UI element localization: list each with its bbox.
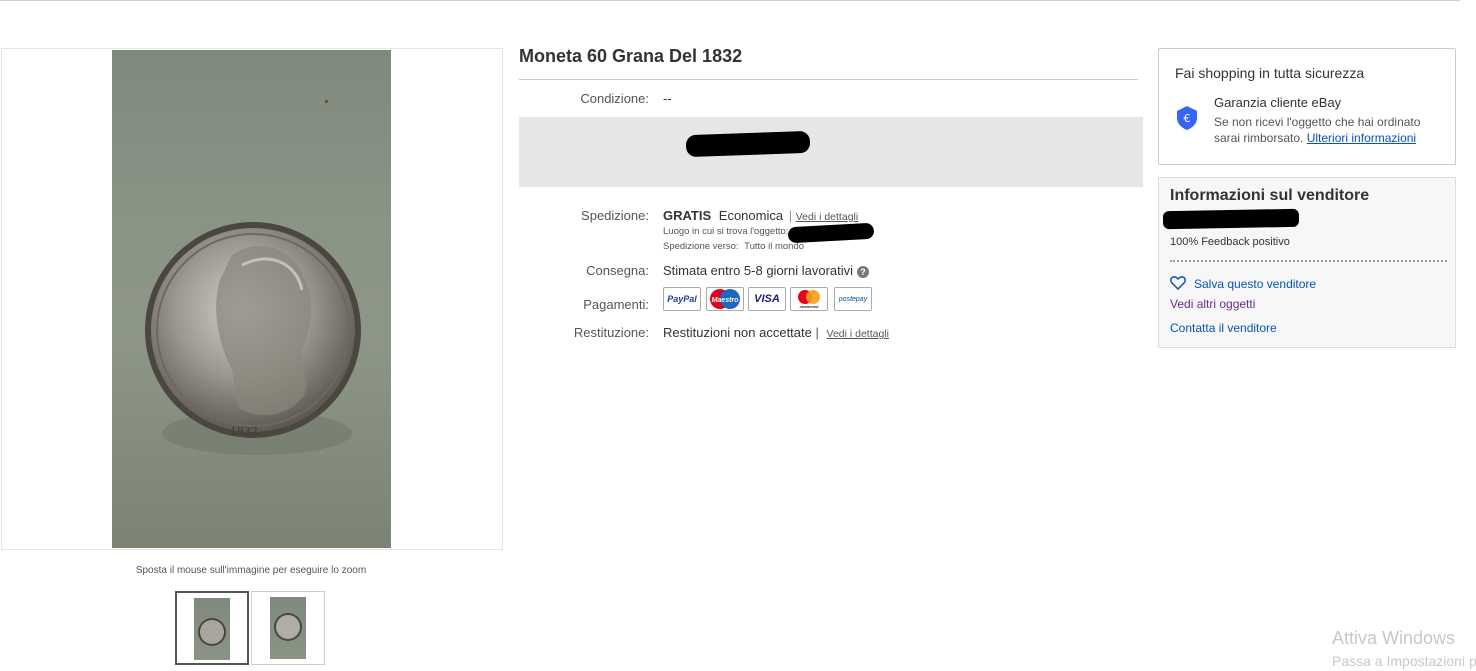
see-other-items-link[interactable]: Vedi altri oggetti	[1170, 297, 1255, 311]
delivery-text: Stimata entro 5-8 giorni lavorativi	[663, 263, 854, 278]
thumbnail-2[interactable]	[251, 591, 325, 665]
shipping-separator: |	[788, 208, 793, 223]
windows-activation-subtitle: Passa a Impostazioni p	[1332, 653, 1476, 669]
condition-label: Condizione:	[580, 91, 649, 106]
shipping-free: GRATIS	[663, 208, 712, 223]
visa-logo: VISA	[748, 287, 786, 311]
seller-info-box: Informazioni sul venditore 100% Feedback…	[1158, 177, 1456, 348]
maestro-logo: Maestro	[706, 287, 744, 311]
paypal-logo: PayPal	[663, 287, 701, 311]
ships-to-label: Spedizione verso:	[663, 241, 739, 252]
coin-year-text: 1832	[230, 425, 258, 438]
svg-text:€: €	[1184, 112, 1191, 125]
speck	[325, 100, 328, 103]
mastercard-text: mastercard	[800, 305, 820, 309]
guarantee-title: Garanzia cliente eBay	[1214, 95, 1342, 110]
title-divider	[519, 79, 1138, 80]
shipping-method: Economica	[718, 208, 784, 223]
ships-to: Spedizione verso: Tutto il mondo	[663, 241, 804, 252]
returns-label: Restituzione:	[573, 325, 649, 340]
postepay-logo: postepay	[834, 287, 872, 311]
question-icon[interactable]: ?	[857, 265, 870, 278]
returns-value: Restituzioni non accettate | Vedi i dett…	[663, 325, 889, 340]
seller-feedback: 100% Feedback positivo	[1170, 236, 1290, 248]
returns-details-link[interactable]: Vedi i dettagli	[827, 328, 889, 340]
coin-photo[interactable]: 1832	[112, 50, 391, 548]
main-image-frame[interactable]: 1832	[1, 48, 503, 550]
ships-to-value: Tutto il mondo	[744, 241, 805, 252]
heart-icon[interactable]	[1170, 275, 1186, 295]
delivery-value: Stimata entro 5-8 giorni lavorativi?	[663, 263, 870, 278]
seller-title: Informazioni sul venditore	[1170, 187, 1370, 204]
thumbnail-2-image	[270, 597, 306, 659]
coin-illustration: 1832	[145, 222, 361, 455]
shipping-details-link[interactable]: Vedi i dettagli	[796, 211, 858, 223]
contact-seller-link[interactable]: Contatta il venditore	[1170, 321, 1277, 335]
item-location: Luogo in cui si trova l'oggetto:	[663, 226, 789, 237]
returns-text: Restituzioni non accettate	[663, 325, 812, 340]
mastercard-logo: mastercard	[790, 287, 828, 311]
more-info-link[interactable]: Ulteriori informazioni	[1307, 131, 1416, 145]
safe-shopping-box: Fai shopping in tutta sicurezza € Garanz…	[1158, 48, 1456, 165]
guarantee-text: Se non ricevi l'oggetto che hai ordinato…	[1214, 114, 1449, 146]
payments-label: Pagamenti:	[583, 297, 649, 312]
item-title: Moneta 60 Grana Del 1832	[519, 46, 743, 66]
maestro-text: Maestro	[712, 297, 740, 304]
shipping-value: GRATIS Economica | Vedi i dettagli	[663, 208, 858, 223]
thumbnail-1-image	[194, 598, 230, 660]
redacted-price	[685, 130, 811, 158]
safe-shopping-title: Fai shopping in tutta sicurezza	[1175, 65, 1365, 81]
save-seller-link[interactable]: Salva questo venditore	[1194, 277, 1316, 291]
shipping-label: Spedizione:	[581, 208, 649, 223]
price-box	[519, 117, 1143, 187]
zoom-hint: Sposta il mouse sull'immagine per esegui…	[135, 565, 367, 576]
thumbnail-1[interactable]	[175, 591, 249, 665]
condition-value: --	[663, 91, 672, 106]
top-divider	[0, 0, 1460, 1]
shield-euro-icon: €	[1175, 105, 1199, 136]
seller-divider	[1170, 260, 1447, 262]
returns-separator: |	[815, 325, 819, 340]
redacted-seller-name	[1162, 208, 1300, 230]
windows-activation-title: Attiva Windows	[1332, 628, 1456, 648]
delivery-label: Consegna:	[586, 263, 649, 278]
